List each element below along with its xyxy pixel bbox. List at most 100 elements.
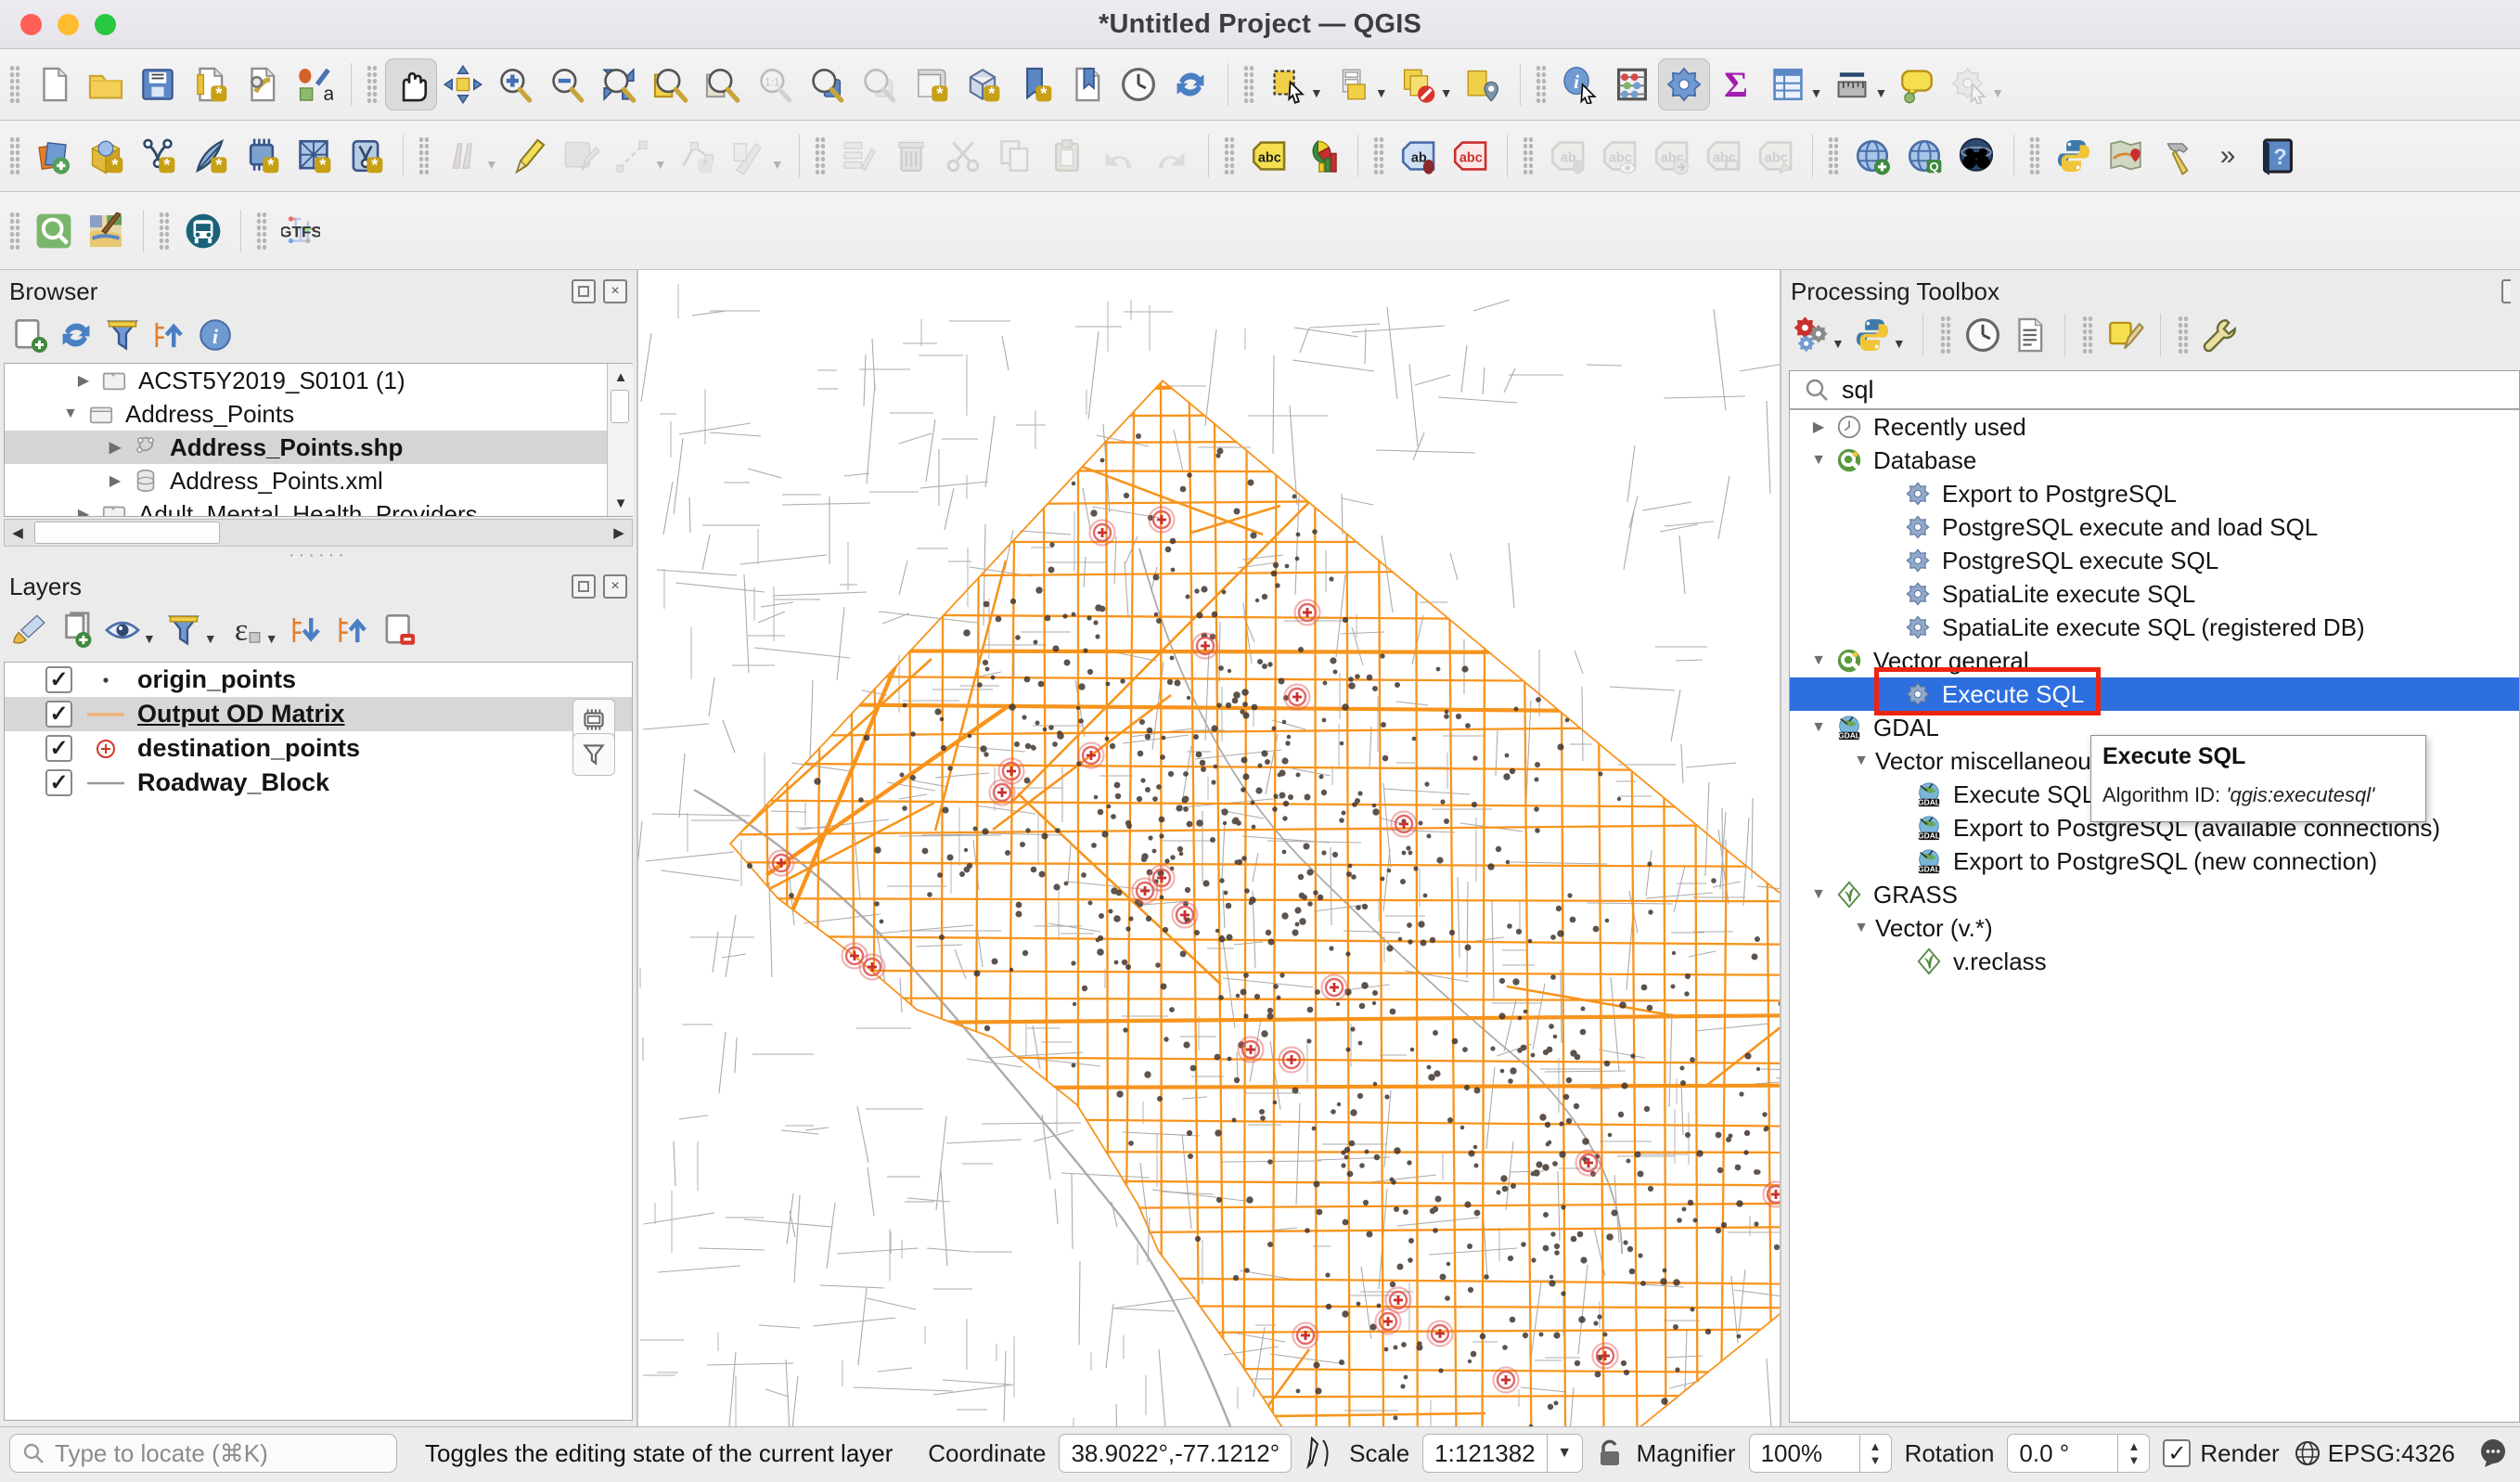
- show-sum-button[interactable]: Σ: [1710, 58, 1762, 110]
- help-contents-button[interactable]: ?: [2252, 130, 2304, 182]
- layer-item-origin-points[interactable]: ✓origin_points: [5, 663, 632, 697]
- add-selected-layers-button[interactable]: [7, 313, 52, 357]
- expand-arrow[interactable]: ▶: [101, 438, 129, 457]
- copy-features-button[interactable]: [989, 130, 1041, 182]
- tree-item-postgresql-execute-sql[interactable]: PostgreSQL execute SQL: [1790, 544, 2519, 577]
- epsg-value[interactable]: EPSG:4326: [2328, 1439, 2455, 1468]
- collapse-all-layers-button[interactable]: [330, 608, 375, 652]
- refresh-browser-button[interactable]: [54, 313, 98, 357]
- rotation-spin-arrows[interactable]: ▲▼: [2117, 1434, 2149, 1473]
- processing-toolbox-button[interactable]: [1658, 58, 1710, 110]
- identify-features-button[interactable]: i: [1554, 58, 1606, 110]
- expand-arrow[interactable]: ▼: [57, 406, 84, 422]
- open-layer-styling-button[interactable]: [7, 608, 52, 652]
- expand-arrow[interactable]: ▼: [1805, 886, 1832, 903]
- new-mesh-layer-button[interactable]: *: [288, 130, 340, 182]
- toolbar-drag-handle[interactable]: [256, 212, 267, 251]
- layer-labeling-button[interactable]: abc: [1242, 130, 1294, 182]
- zoom-to-layer-button[interactable]: [697, 58, 749, 110]
- vertex-tool-button[interactable]: *: [671, 130, 723, 182]
- expand-arrow[interactable]: ▼: [1847, 920, 1875, 936]
- quickosm-button[interactable]: [80, 205, 132, 257]
- tree-item-spatialite-execute-sql[interactable]: SpatiaLite execute SQL: [1790, 577, 2519, 611]
- toolbar-drag-handle[interactable]: [9, 65, 20, 104]
- tree-item-grass[interactable]: ▼GRASS: [1790, 878, 2519, 911]
- pan-to-selection-button[interactable]: [437, 58, 489, 110]
- gtfs-go-button[interactable]: [177, 205, 229, 257]
- zoom-last-button[interactable]: <: [801, 58, 853, 110]
- scroll-left-arrow[interactable]: ◀: [5, 520, 31, 546]
- models-button[interactable]: [1789, 313, 1833, 357]
- new-shapefile-layer-button[interactable]: *: [132, 130, 184, 182]
- zoom-next-button[interactable]: >: [853, 58, 905, 110]
- change-label-properties-button[interactable]: abc: [1749, 130, 1801, 182]
- current-edits-dropdown-arrow[interactable]: ▼: [485, 157, 498, 172]
- toolbar-drag-handle[interactable]: [2082, 316, 2093, 354]
- new-spatial-bookmark-button[interactable]: *: [1009, 58, 1061, 110]
- srtm-downloader-button[interactable]: [2100, 130, 2152, 182]
- select-features-by-value-button[interactable]: [1327, 58, 1379, 110]
- toolbar-drag-handle[interactable]: [1940, 316, 1951, 354]
- extent-icon[interactable]: [1305, 1435, 1336, 1472]
- messages-icon[interactable]: [2475, 1436, 2511, 1471]
- browser-close-button[interactable]: ×: [603, 279, 627, 303]
- gtfs-importer-button[interactable]: GTFS: [275, 205, 327, 257]
- tree-item-spatialite-execute-sql-registered-db[interactable]: SpatiaLite execute SQL (registered DB): [1790, 611, 2519, 644]
- toolbar-drag-handle[interactable]: [1243, 65, 1254, 104]
- panel-resize-handle[interactable]: ······: [0, 550, 636, 563]
- modify-attributes-button[interactable]: [723, 130, 775, 182]
- multiedit-attributes-button[interactable]: [833, 130, 885, 182]
- toolbar-drag-handle[interactable]: [366, 65, 378, 104]
- tree-item-export-to-postgresql[interactable]: Export to PostgreSQL: [1790, 477, 2519, 510]
- new-project-button[interactable]: [28, 58, 80, 110]
- layer-visibility-checkbox[interactable]: ✓: [45, 769, 72, 796]
- select-by-location-button[interactable]: [1457, 58, 1509, 110]
- pin-labels-button[interactable]: ab: [1392, 130, 1444, 182]
- options-button[interactable]: [2198, 313, 2243, 357]
- style-manager-button[interactable]: a: [288, 58, 340, 110]
- layer-item-output-od-matrix[interactable]: ✓Output OD Matrix: [5, 697, 632, 731]
- history-button[interactable]: [1961, 313, 2005, 357]
- measure-line-button[interactable]: [1826, 58, 1878, 110]
- manage-map-themes-dropdown-arrow[interactable]: ▼: [143, 631, 156, 646]
- scripts-button[interactable]: [1850, 313, 1895, 357]
- toolbar-drag-handle[interactable]: [2029, 136, 2040, 175]
- magnifier-spin-arrows[interactable]: ▲▼: [1859, 1434, 1891, 1473]
- expand-all-button[interactable]: [284, 608, 328, 652]
- zoom-full-button[interactable]: [593, 58, 645, 110]
- tree-item-vector-v[interactable]: ▼Vector (v.*): [1790, 911, 2519, 945]
- map-canvas[interactable]: [636, 270, 1781, 1426]
- toolbar-drag-handle[interactable]: [815, 136, 826, 175]
- tree-item-address-points-shp[interactable]: ▶Address_Points.shp: [5, 431, 632, 464]
- zoom-in-button[interactable]: [489, 58, 541, 110]
- show-spatial-bookmarks-button[interactable]: [1061, 58, 1112, 110]
- tree-item-address-points[interactable]: ▼Address_Points: [5, 397, 632, 431]
- expand-arrow[interactable]: ▼: [1805, 452, 1832, 469]
- processing-search-input[interactable]: sql: [1789, 370, 2520, 409]
- filter-by-expression-button[interactable]: ε: [223, 608, 267, 652]
- browser-vertical-scrollbar[interactable]: ▲ ▼: [607, 364, 633, 516]
- data-source-manager-button[interactable]: [28, 130, 80, 182]
- rotate-label-button[interactable]: abc: [1697, 130, 1749, 182]
- browser-horizontal-scrollbar[interactable]: ◀ ▶: [4, 519, 633, 547]
- locate-search-input[interactable]: Type to locate (⌘K): [9, 1434, 397, 1473]
- toolbar-drag-handle[interactable]: [1536, 65, 1547, 104]
- tree-item-recently-used[interactable]: ▶Recently used: [1790, 410, 2519, 444]
- render-checkbox[interactable]: ✓: [2163, 1439, 2191, 1467]
- expand-arrow[interactable]: ▼: [1847, 753, 1875, 769]
- zoom-out-button[interactable]: [541, 58, 593, 110]
- cut-features-button[interactable]: [937, 130, 989, 182]
- modify-attributes-dropdown-arrow[interactable]: ▼: [771, 157, 784, 172]
- layer-item-roadway-block[interactable]: ✓Roadway_Block: [5, 766, 632, 800]
- tree-item-postgresql-execute-and-load-sql[interactable]: PostgreSQL execute and load SQL: [1790, 510, 2519, 544]
- open-project-button[interactable]: [80, 58, 132, 110]
- python-console-button[interactable]: [2048, 130, 2100, 182]
- tree-item-export-to-postgresql-new-connection[interactable]: GDALExport to PostgreSQL (new connection…: [1790, 844, 2519, 878]
- toolbar-drag-handle[interactable]: [1373, 136, 1384, 175]
- quickmapservices-button[interactable]: [28, 205, 80, 257]
- refresh-map-button[interactable]: [1164, 58, 1216, 110]
- zoom-native-button[interactable]: 1:1: [749, 58, 801, 110]
- filter-legend-button[interactable]: [161, 608, 206, 652]
- expand-arrow[interactable]: ▶: [70, 371, 97, 390]
- toolbar-drag-handle[interactable]: [1224, 136, 1235, 175]
